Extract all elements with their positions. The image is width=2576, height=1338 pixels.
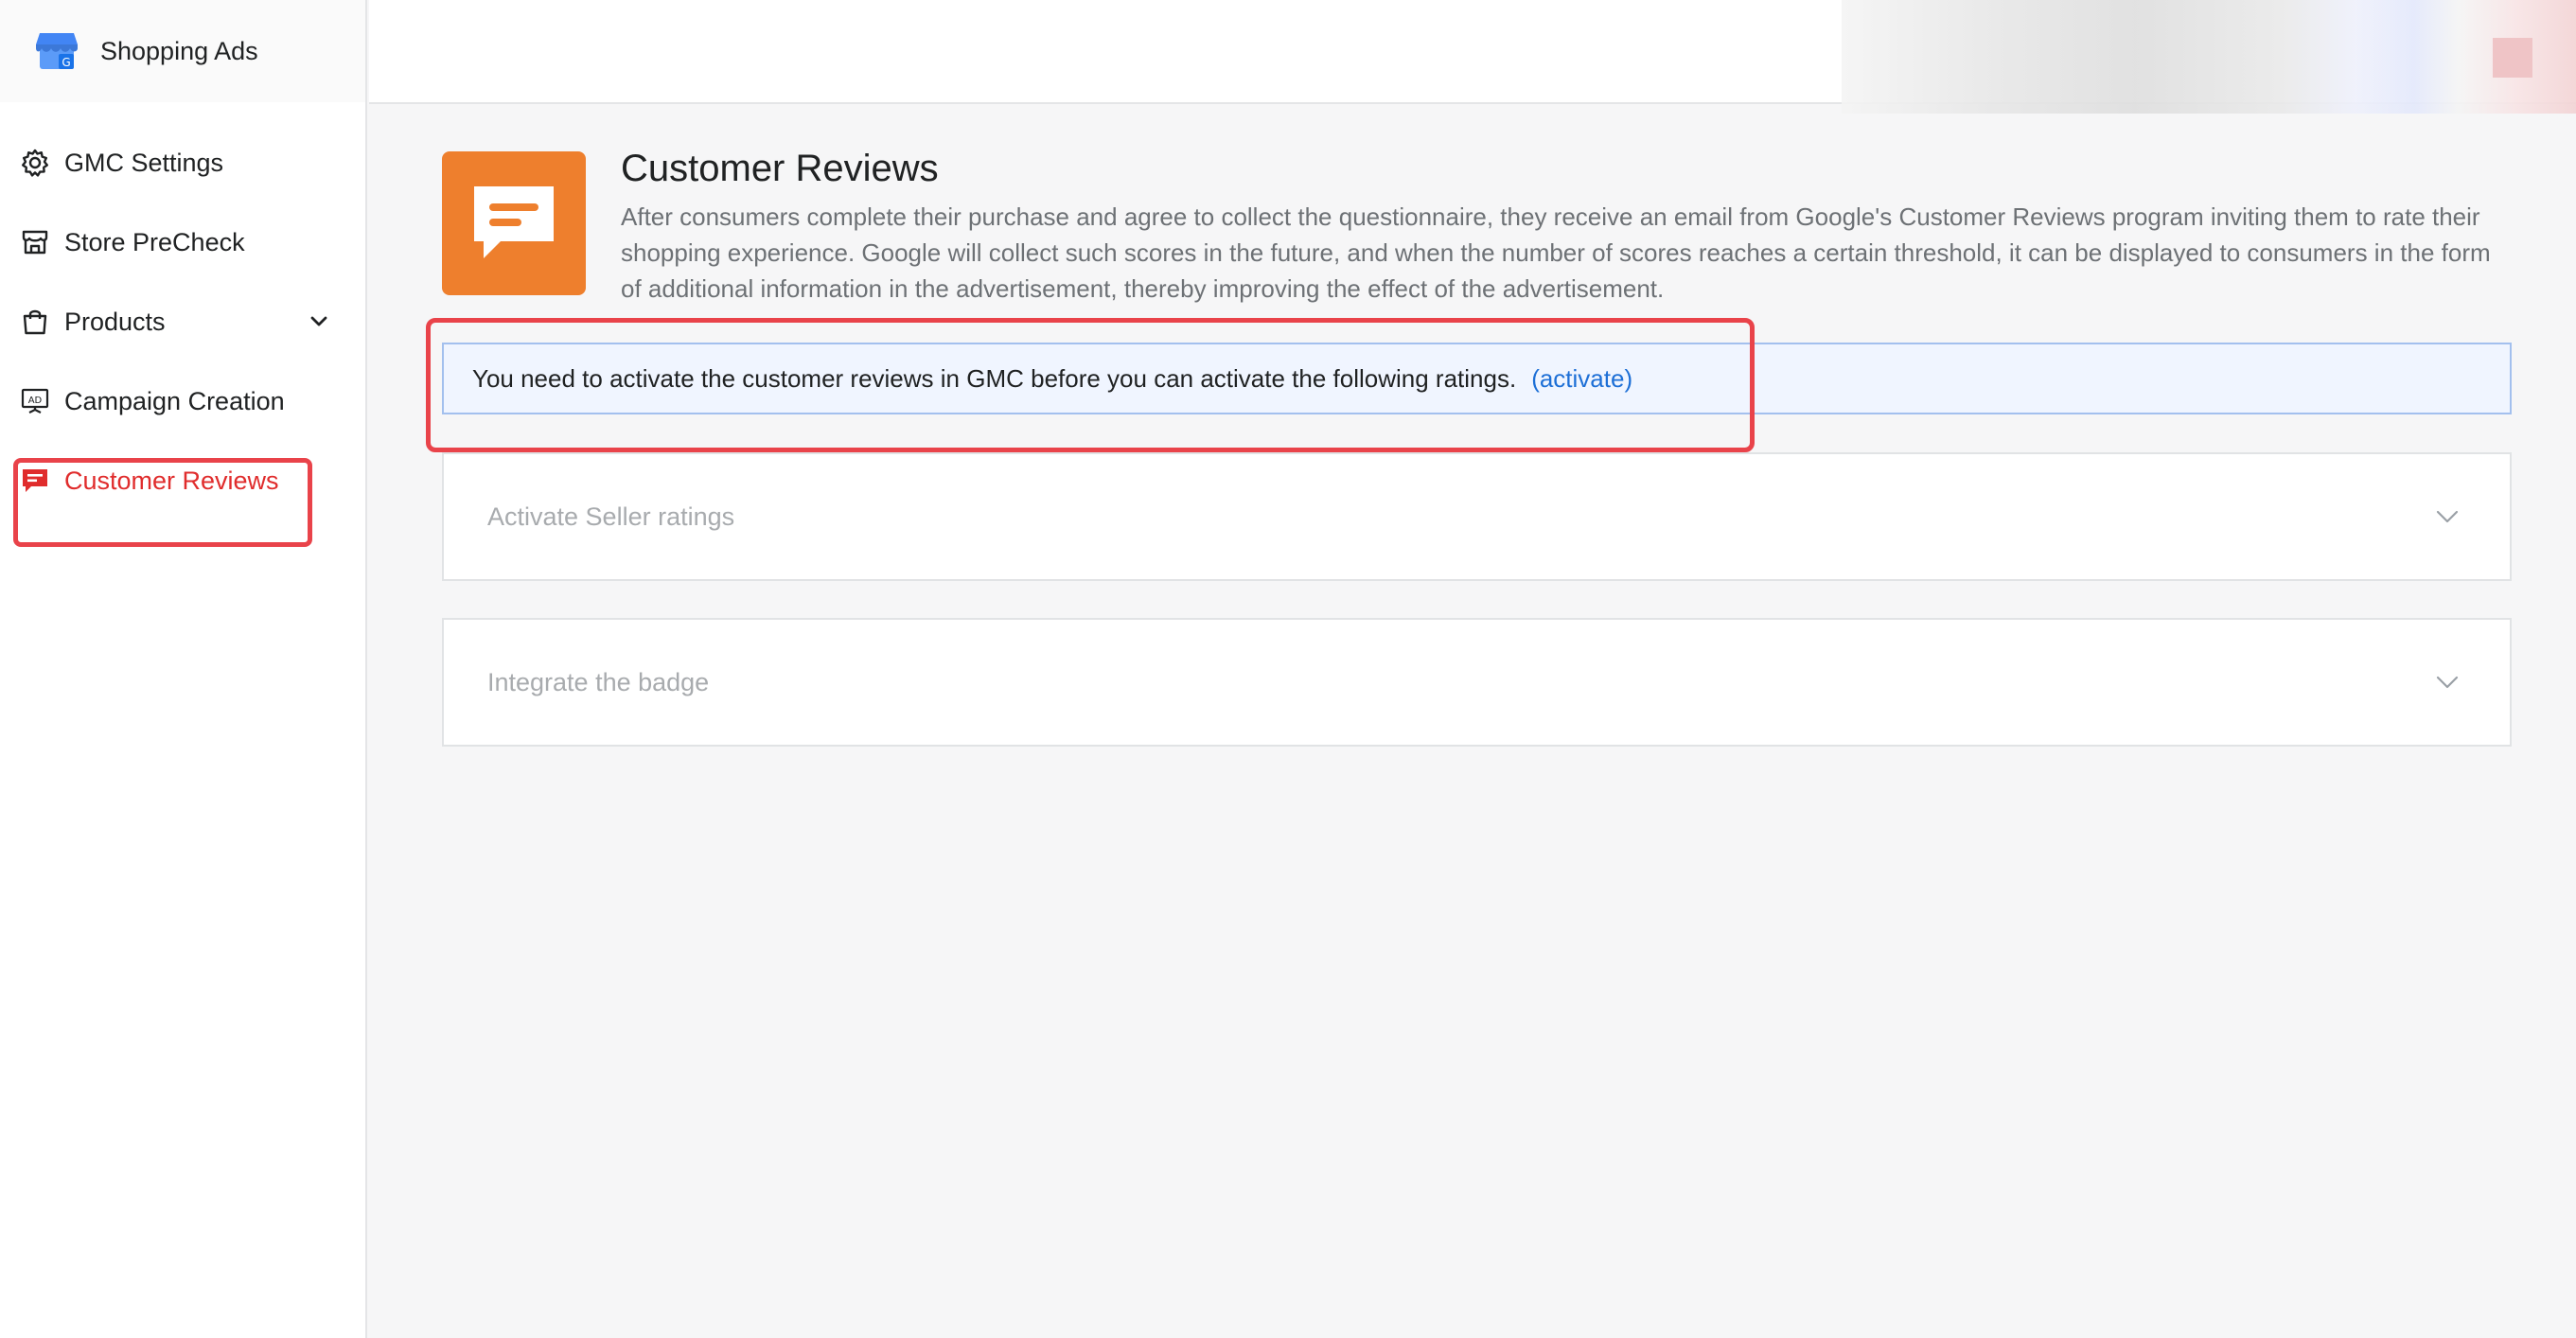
blurred-avatar [2493, 38, 2532, 78]
shopping-ads-logo-icon: G [28, 23, 85, 79]
store-icon [19, 226, 51, 258]
active-item-highlight [13, 458, 312, 547]
chevron-down-icon[interactable] [2432, 502, 2462, 532]
app-brand[interactable]: G Shopping Ads [0, 0, 365, 102]
customer-reviews-hero-icon [442, 151, 586, 295]
sidebar-item-label: GMC Settings [64, 148, 224, 177]
sidebar-item-label: Store PreCheck [64, 227, 245, 256]
app-name: Shopping Ads [100, 36, 258, 65]
page-description: After consumers complete their purchase … [621, 202, 2491, 303]
sidebar-item-campaign-creation[interactable]: AD Campaign Creation [0, 361, 365, 441]
svg-text:AD: AD [28, 396, 43, 406]
panel-integrate-badge[interactable]: Integrate the badge [442, 618, 2512, 747]
svg-text:G: G [62, 56, 70, 69]
panel-label: Activate Seller ratings [487, 502, 735, 531]
sidebar-item-label: Products [64, 307, 166, 336]
sidebar-item-gmc-settings[interactable]: GMC Settings [0, 123, 365, 202]
sidebar-item-label: Campaign Creation [64, 386, 285, 415]
chevron-down-icon[interactable] [2432, 667, 2462, 697]
page-title: Customer Reviews [621, 148, 939, 189]
sidebar: G Shopping Ads GMC Settings Store PreChe… [0, 0, 367, 1338]
panel-label: Integrate the badge [487, 667, 710, 696]
blurred-account-area [1842, 0, 2576, 114]
panel-activate-seller-ratings[interactable]: Activate Seller ratings [442, 452, 2512, 581]
sidebar-item-store-precheck[interactable]: Store PreCheck [0, 202, 365, 282]
chevron-down-icon[interactable] [305, 308, 333, 336]
top-bar [369, 0, 2576, 114]
sidebar-item-products[interactable]: Products [0, 282, 365, 361]
ad-display-icon: AD [19, 385, 51, 417]
gear-icon [19, 147, 51, 179]
notice-highlight [426, 318, 1755, 452]
shopping-bag-icon [19, 306, 51, 338]
